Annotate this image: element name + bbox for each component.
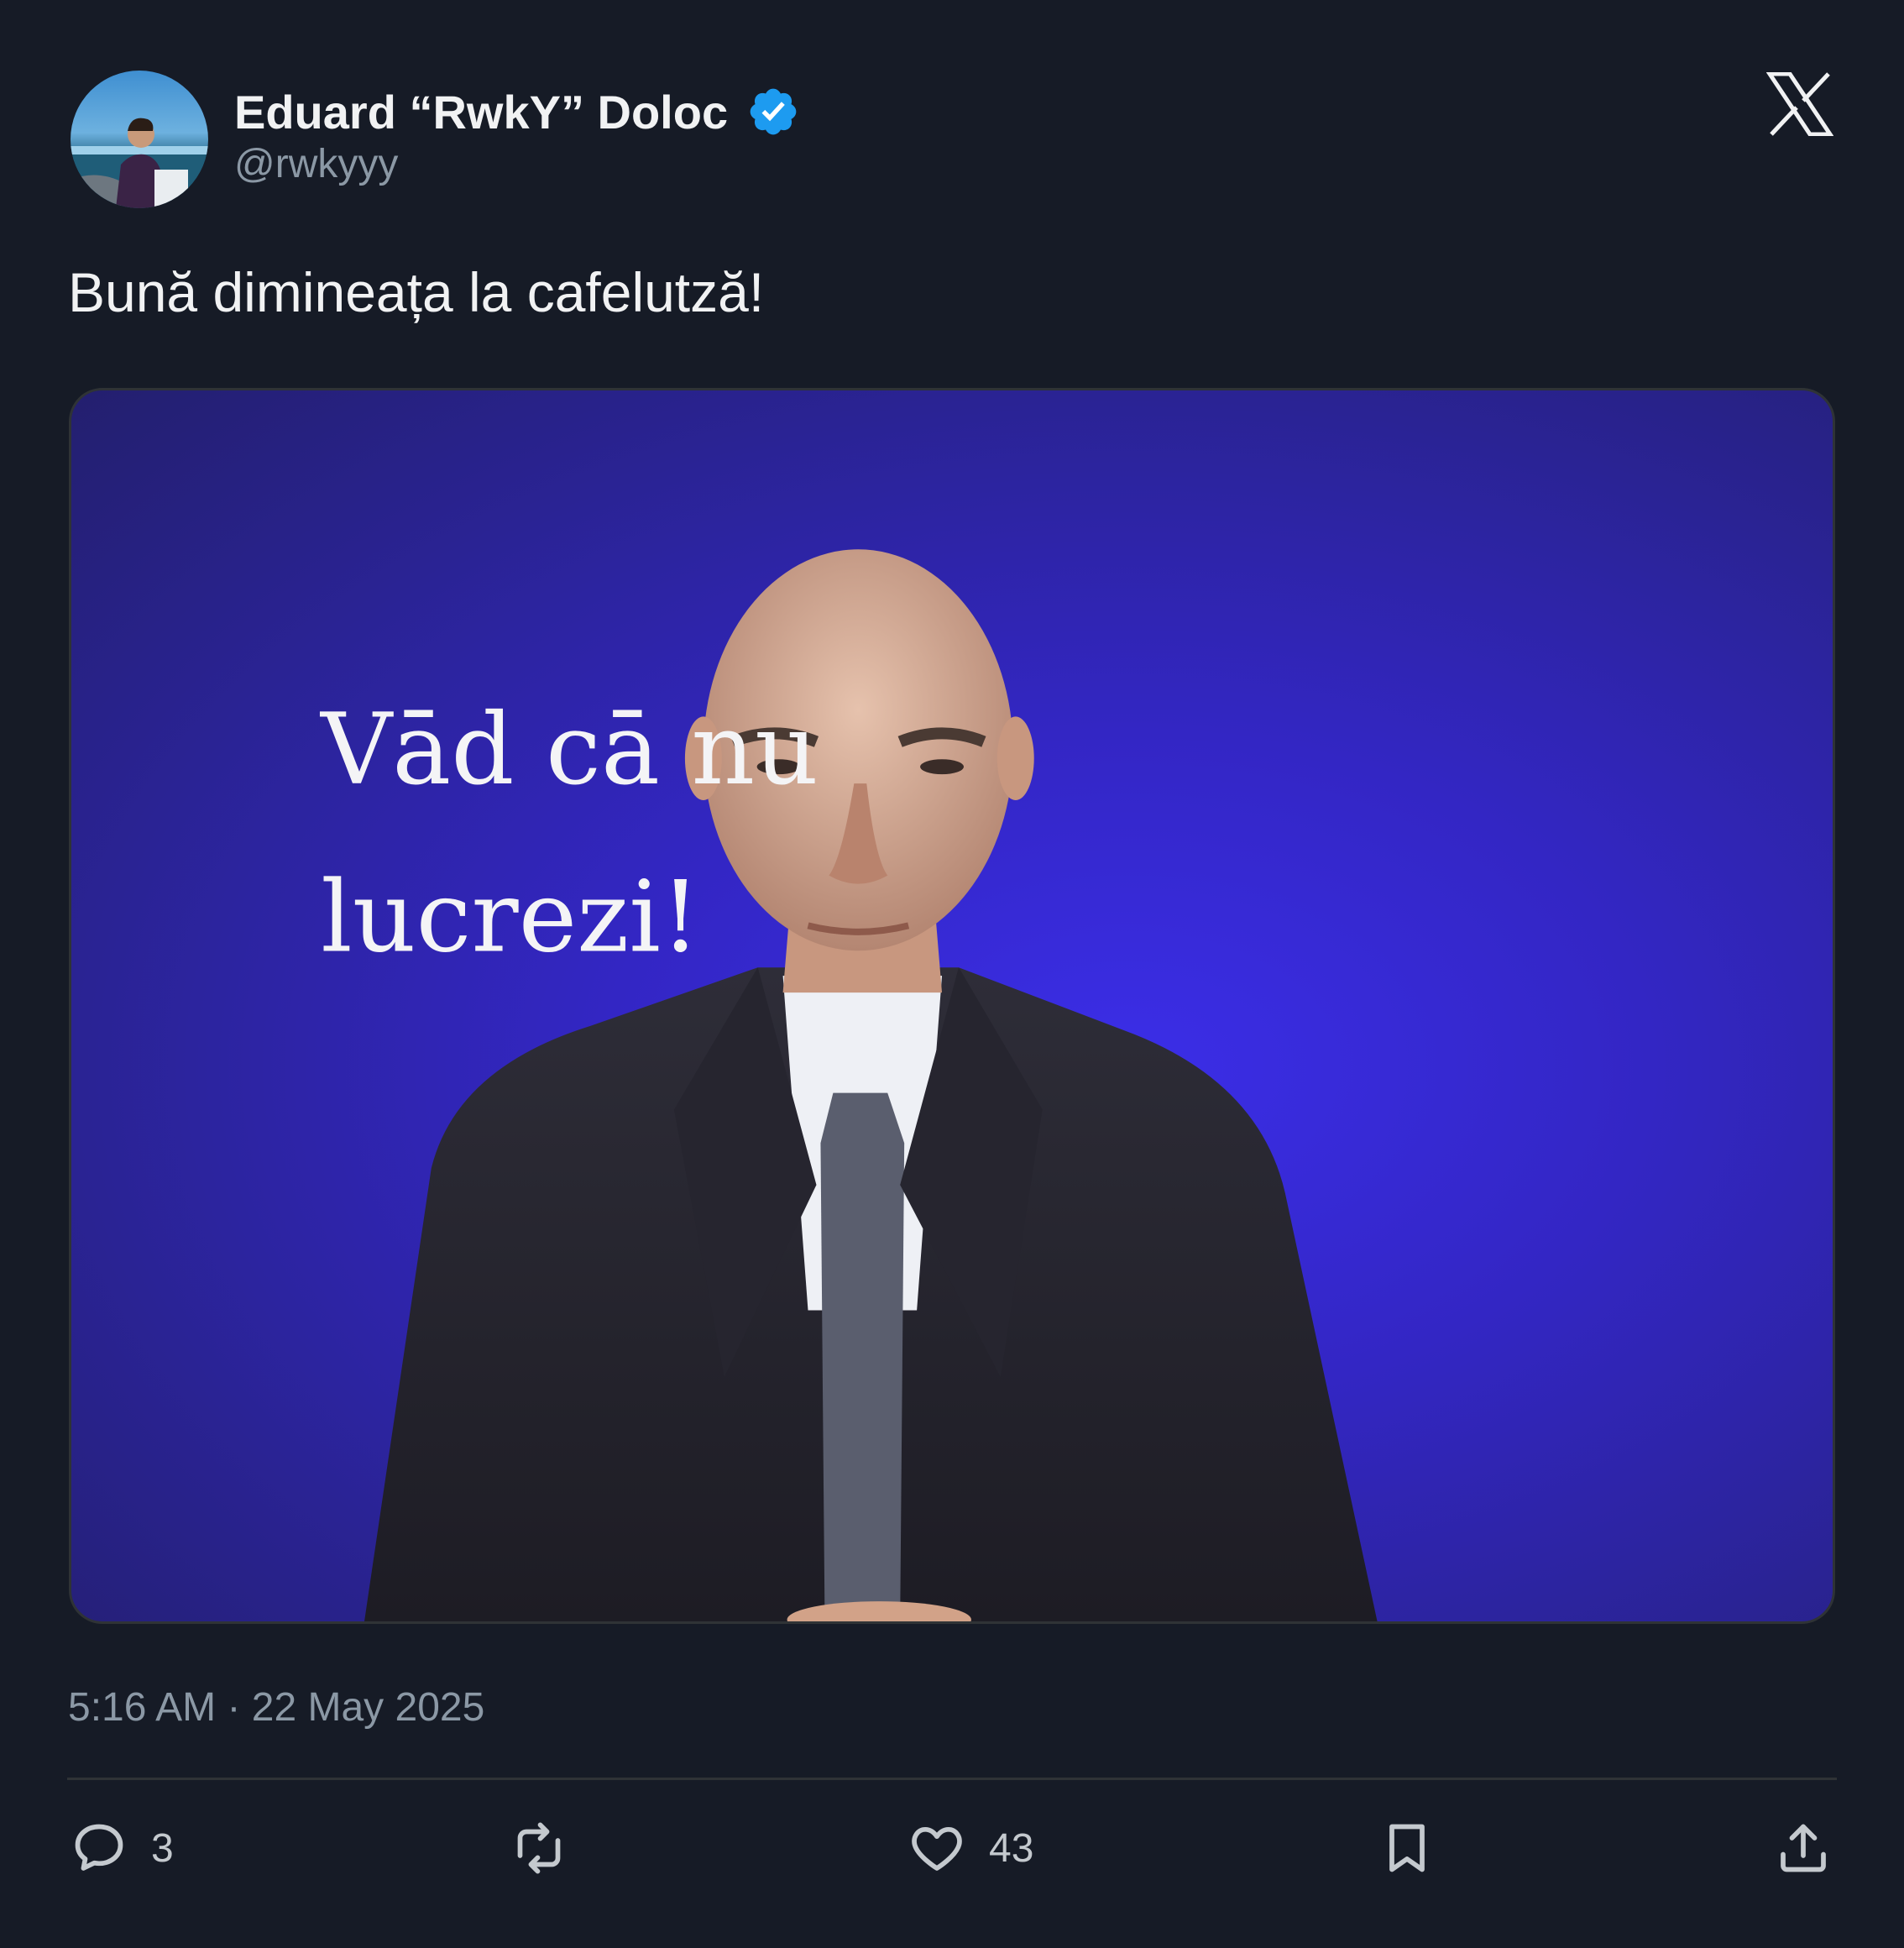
image-overlay-line2: lucrezi!	[321, 859, 700, 974]
retweet-button[interactable]	[509, 1817, 591, 1879]
heart-icon	[907, 1818, 967, 1878]
divider	[67, 1778, 1837, 1780]
bookmark-icon	[1377, 1818, 1437, 1878]
image-overlay-line1: Vād cā nu	[319, 692, 819, 807]
bookmark-button[interactable]	[1377, 1817, 1437, 1879]
reply-icon	[69, 1818, 129, 1878]
verified-badge-icon	[746, 85, 800, 139]
author-name-row: Eduard “RwkY” Doloc	[234, 82, 800, 141]
share-button[interactable]	[1773, 1817, 1833, 1879]
avatar[interactable]	[71, 71, 208, 208]
retweet-icon	[509, 1818, 569, 1878]
x-logo-icon[interactable]	[1766, 72, 1833, 136]
tweet-image[interactable]: Vād cā nu lucrezi!	[69, 388, 1835, 1624]
author-display-name[interactable]: Eduard “RwkY” Doloc	[234, 85, 728, 139]
reply-count: 3	[151, 1825, 174, 1871]
tweet-timestamp[interactable]: 5:16 AM · 22 May 2025	[68, 1684, 484, 1731]
author-handle[interactable]: @rwkyyy	[234, 141, 398, 187]
like-count: 43	[989, 1825, 1034, 1871]
reply-button[interactable]: 3	[69, 1817, 174, 1879]
like-button[interactable]: 43	[907, 1817, 1033, 1879]
tweet-text: Bună dimineața la cafelutză!	[68, 261, 765, 323]
share-icon	[1773, 1818, 1833, 1878]
